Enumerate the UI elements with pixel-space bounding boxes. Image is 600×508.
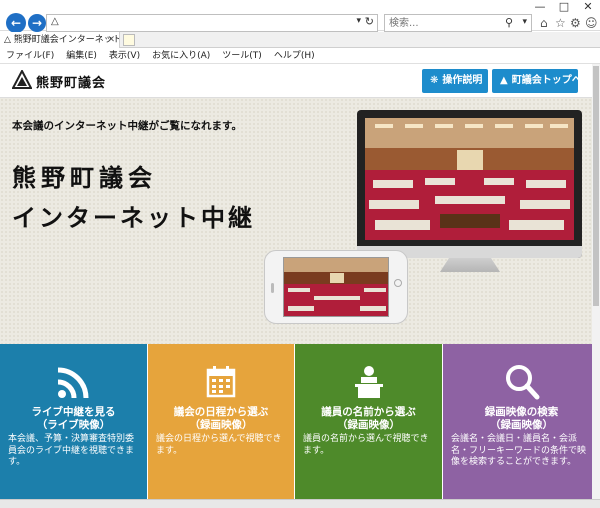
calendar-icon xyxy=(206,366,236,398)
help-button-label: 操作説明 xyxy=(442,75,483,86)
tile-member-title: 議員の名前から選ぶ （録画映像） xyxy=(295,406,442,432)
tab-favicon-icon: △ xyxy=(4,35,14,45)
phone-assembly-image xyxy=(283,257,389,317)
smiley-feedback-icon[interactable]: ☺ xyxy=(585,16,598,30)
maximize-icon[interactable]: □ xyxy=(552,0,576,13)
search-icon[interactable]: ⚲ xyxy=(505,16,513,29)
tile-schedule-title: 議会の日程から選ぶ （録画映像） xyxy=(148,406,294,432)
tab-current[interactable]: △ 熊野町議会インターネット議会... ✕ xyxy=(0,32,120,48)
town-logo-icon xyxy=(12,70,32,89)
new-tab-button[interactable] xyxy=(123,34,135,46)
wifi-signal-icon xyxy=(57,367,88,399)
magnifier-icon xyxy=(505,365,539,400)
feature-tiles: ライブ中継を見る （ライブ映像） 本会議、予算・決算審査特別委員会のライブ中継を… xyxy=(0,344,600,499)
menu-tools[interactable]: ツール(T) xyxy=(222,51,262,61)
menu-view[interactable]: 表示(V) xyxy=(109,51,140,61)
help-button[interactable]: ❋ 操作説明 xyxy=(422,69,488,93)
search-box[interactable]: ⚲ ▾ xyxy=(384,14,532,32)
tile-search-title1: 録画映像の検索 xyxy=(484,406,559,418)
close-icon[interactable]: ✕ xyxy=(576,0,600,13)
hero-title-line1: 熊野町議会 xyxy=(12,164,157,192)
page-scrollbar[interactable] xyxy=(592,64,600,499)
assembly-top-button[interactable]: ▲ 町議会トップへ xyxy=(492,69,582,93)
address-bar[interactable]: △ ▾ ↻ xyxy=(46,14,378,32)
menu-bar: ファイル(F) 編集(E) 表示(V) お気に入り(A) ツール(T) ヘルプ(H) xyxy=(0,48,600,64)
hero-title-line2: インターネット中継 xyxy=(12,204,255,232)
search-input[interactable] xyxy=(385,15,485,31)
tile-schedule-title2: （録画映像） xyxy=(189,419,253,431)
phone-speaker xyxy=(271,283,274,293)
site-favicon-icon: △ xyxy=(51,16,59,27)
site-header: 熊野町議会 ❋ 操作説明 ▲ 町議会トップへ xyxy=(0,64,600,98)
hero-lead-text: 本会議のインターネット中継がご覧になれます。 xyxy=(12,120,242,132)
tile-live-desc: 本会議、予算・決算審査特別委員会のライブ中継を視聴できます。 xyxy=(8,434,135,467)
phone-home-button xyxy=(394,279,402,287)
home-icon[interactable]: ⌂ xyxy=(540,16,548,30)
window-bottom-edge xyxy=(0,499,600,508)
tab-bar: △ 熊野町議会インターネット議会... ✕ xyxy=(0,32,600,48)
assembly-top-label: 町議会トップへ xyxy=(511,75,582,86)
tile-search-desc: 会議名・会議日・議員名・会派名・フリーキーワードの条件で映像を検索することができ… xyxy=(451,434,587,467)
smartphone-illustration xyxy=(264,250,408,324)
tile-member-desc: 議員の名前から選んで視聴できます。 xyxy=(303,434,429,456)
tile-member-title1: 議員の名前から選ぶ xyxy=(321,406,416,418)
menu-help[interactable]: ヘルプ(H) xyxy=(274,51,315,61)
monitor-illustration xyxy=(357,110,582,258)
monitor-stand xyxy=(440,258,500,272)
settings-gear-icon[interactable]: ⚙ xyxy=(570,16,581,30)
tab-title: 熊野町議会インターネット議会... xyxy=(13,35,120,45)
assembly-hall-image xyxy=(365,118,574,240)
tile-schedule-desc: 議会の日程から選んで視聴できます。 xyxy=(156,434,282,456)
tile-search-title2: （録画映像） xyxy=(490,419,553,431)
tile-search[interactable]: 録画映像の検索 （録画映像） 会議名・会議日・議員名・会派名・フリーキーワードの… xyxy=(443,344,600,499)
tile-schedule-title1: 議会の日程から選ぶ xyxy=(173,406,269,418)
favorites-star-icon[interactable]: ☆ xyxy=(555,16,566,30)
menu-favorites[interactable]: お気に入り(A) xyxy=(152,51,210,61)
triangle-logo-icon: ▲ xyxy=(500,75,508,86)
tile-live-title: ライブ中継を見る （ライブ映像） xyxy=(0,406,147,432)
tab-close-icon[interactable]: ✕ xyxy=(107,32,115,48)
browser-toolbar: ← → △ ▾ ↻ ⚲ ▾ ⌂ ☆ ⚙ ☺ — □ ✕ xyxy=(0,0,600,33)
back-button[interactable]: ← xyxy=(6,13,26,33)
tile-search-title: 録画映像の検索 （録画映像） xyxy=(443,406,600,432)
tile-live-title1: ライブ中継を見る xyxy=(31,406,116,418)
tile-schedule[interactable]: 議会の日程から選ぶ （録画映像） 議会の日程から選んで視聴できます。 xyxy=(148,344,294,499)
site-title[interactable]: 熊野町議会 xyxy=(36,72,106,91)
address-dropdown-icon[interactable]: ▾ xyxy=(356,16,361,26)
gear-icon: ❋ xyxy=(430,75,439,86)
tile-live-title2: （ライブ映像） xyxy=(36,419,111,431)
reload-icon[interactable]: ↻ xyxy=(365,15,374,28)
menu-edit[interactable]: 編集(E) xyxy=(66,51,97,61)
speaker-podium-icon xyxy=(354,366,383,398)
scrollbar-thumb[interactable] xyxy=(593,66,599,306)
tile-live[interactable]: ライブ中継を見る （ライブ映像） 本会議、予算・決算審査特別委員会のライブ中継を… xyxy=(0,344,147,499)
search-dropdown-icon[interactable]: ▾ xyxy=(522,17,527,27)
tile-member-title2: （録画映像） xyxy=(337,419,400,431)
menu-file[interactable]: ファイル(F) xyxy=(6,51,54,61)
forward-button[interactable]: → xyxy=(28,14,46,32)
minimize-icon[interactable]: — xyxy=(528,0,552,13)
tile-member[interactable]: 議員の名前から選ぶ （録画映像） 議員の名前から選んで視聴できます。 xyxy=(295,344,442,499)
